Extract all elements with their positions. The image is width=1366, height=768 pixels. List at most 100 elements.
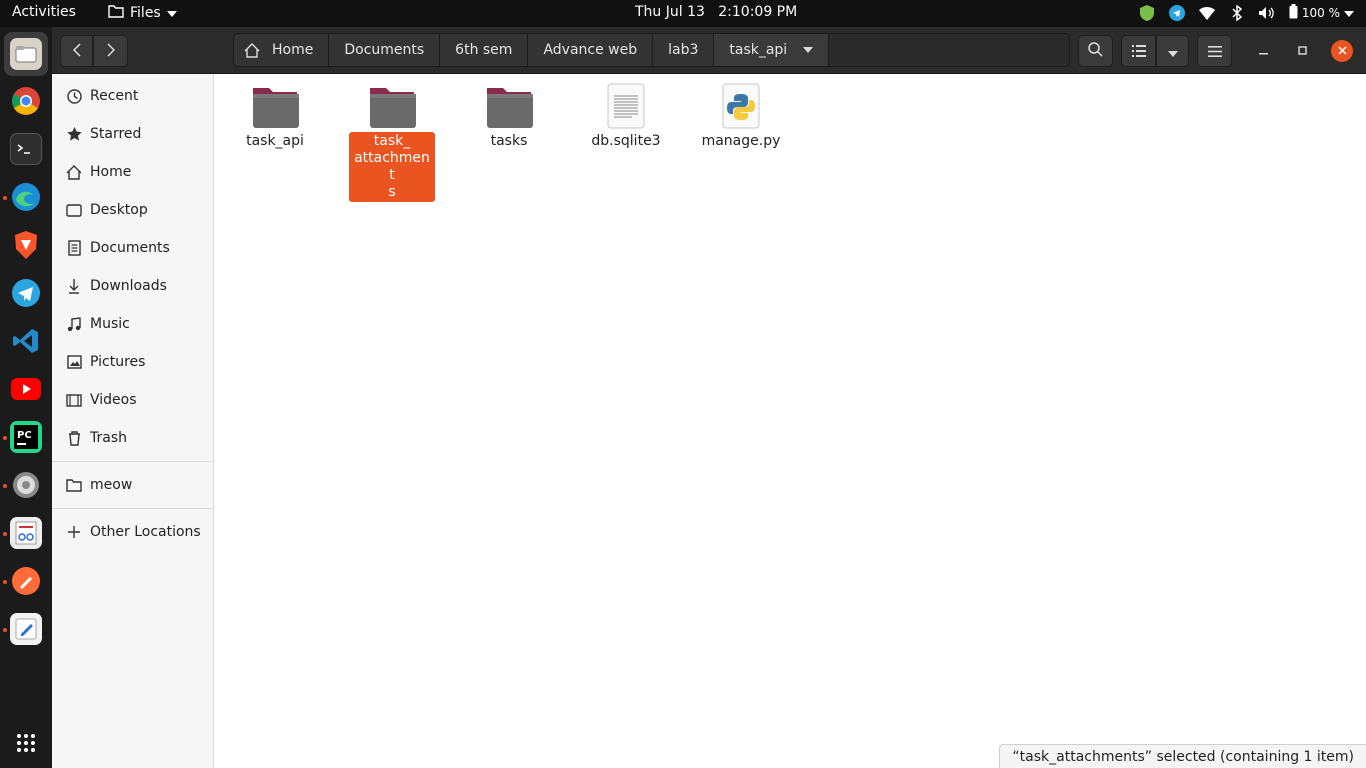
text-editor-icon[interactable]: [10, 613, 42, 645]
file-name: task_api: [246, 133, 304, 149]
dock-running-dot: [3, 580, 7, 584]
minimize-button[interactable]: [1252, 40, 1274, 62]
dock-running-dot: [3, 436, 7, 440]
sidebar-item-pictures[interactable]: Pictures: [52, 345, 213, 379]
file-item-task-attachments[interactable]: task_ attachment s: [347, 76, 437, 202]
crumb-label: Documents: [344, 42, 425, 58]
pycharm-icon[interactable]: PC: [10, 421, 42, 453]
text-file-icon: [602, 82, 650, 130]
sidebar-item-label: Pictures: [90, 354, 146, 370]
folder-icon: [485, 82, 533, 130]
file-name: db.sqlite3: [591, 133, 661, 149]
view-options-button[interactable]: [1156, 35, 1189, 67]
clock[interactable]: Thu Jul 13 2:10:09 PM: [635, 4, 797, 20]
telegram-icon[interactable]: [1168, 5, 1185, 21]
pictures-icon: [66, 354, 82, 370]
file-name: manage.py: [701, 133, 781, 149]
desktop-icon: [66, 202, 82, 218]
sidebar-item-music[interactable]: Music: [52, 307, 213, 341]
close-button[interactable]: [1331, 40, 1353, 62]
maximize-button[interactable]: [1291, 40, 1313, 62]
bluetooth-icon[interactable]: [1229, 5, 1245, 21]
sidebar-item-recent[interactable]: Recent: [52, 79, 213, 113]
settings-icon[interactable]: [10, 469, 42, 501]
sidebar-item-desktop[interactable]: Desktop: [52, 193, 213, 227]
sidebar-item-home[interactable]: Home: [52, 155, 213, 189]
sidebar-item-downloads[interactable]: Downloads: [52, 269, 213, 303]
search-button[interactable]: [1078, 35, 1113, 67]
crumb-6th-sem[interactable]: 6th sem: [440, 34, 529, 66]
chevron-right-icon: [106, 42, 115, 61]
file-view[interactable]: task_api task_ attachment s tasks db.sql…: [214, 74, 1366, 768]
crumb-task-api[interactable]: task_api: [714, 34, 830, 66]
sidebar-item-label: Videos: [90, 392, 137, 408]
wifi-icon[interactable]: [1198, 5, 1215, 21]
status-text: “task_attachments” selected (containing …: [1012, 748, 1354, 765]
youtube-icon[interactable]: [10, 373, 42, 405]
sidebar-item-label: Other Locations: [90, 524, 201, 540]
videos-icon: [66, 392, 82, 408]
sidebar-item-other-locations[interactable]: Other Locations: [52, 515, 213, 549]
battery-indicator[interactable]: 100 %: [1289, 4, 1354, 22]
sidebar-item-meow[interactable]: meow: [52, 468, 213, 502]
view-list-button[interactable]: [1121, 35, 1156, 67]
sidebar-item-label: Desktop: [90, 202, 148, 218]
sidebar-item-documents[interactable]: Documents: [52, 231, 213, 265]
telegram-app-icon[interactable]: [10, 277, 42, 309]
chevron-down-icon: [1167, 42, 1178, 61]
sidebar-item-label: Documents: [90, 240, 170, 256]
chevron-down-icon: [803, 47, 814, 53]
crumb-label: Advance web: [543, 42, 638, 58]
system-menu-chevron-icon: [1344, 6, 1354, 20]
document-viewer-icon[interactable]: [10, 517, 42, 549]
sidebar-item-starred[interactable]: Starred: [52, 117, 213, 151]
terminal-icon[interactable]: [10, 133, 42, 165]
forward-button[interactable]: [93, 35, 128, 67]
chrome-icon[interactable]: [10, 85, 42, 117]
crumb-home[interactable]: Home: [234, 34, 330, 66]
crumb-lab3[interactable]: lab3: [653, 34, 715, 66]
postman-icon[interactable]: [10, 565, 42, 597]
file-item-tasks[interactable]: tasks: [464, 76, 554, 151]
svg-text:PC: PC: [17, 430, 32, 441]
battery-icon: [1289, 4, 1298, 22]
restore-icon: [1297, 44, 1307, 58]
chevron-left-icon: [72, 42, 81, 61]
file-item-manage-py[interactable]: manage.py: [696, 76, 786, 151]
close-icon: [1337, 44, 1347, 58]
main-menu-button[interactable]: [1197, 35, 1232, 67]
sidebar-item-videos[interactable]: Videos: [52, 383, 213, 417]
file-item-task-api[interactable]: task_api: [230, 76, 320, 151]
app-menu[interactable]: Files: [108, 4, 177, 22]
status-bar: “task_attachments” selected (containing …: [999, 744, 1366, 768]
sidebar-item-label: meow: [90, 477, 133, 493]
vscode-icon[interactable]: [10, 325, 42, 357]
app-grid-icon[interactable]: [10, 727, 42, 759]
sidebar-divider: [52, 461, 213, 462]
crumb-documents[interactable]: Documents: [329, 34, 441, 66]
music-icon: [66, 316, 82, 332]
activities-button[interactable]: Activities: [12, 4, 76, 20]
dock-running-dot: [3, 628, 7, 632]
battery-label: 100 %: [1301, 6, 1340, 20]
files-icon[interactable]: [10, 38, 42, 70]
sidebar-item-label: Home: [90, 164, 132, 180]
dock-running-dot: [3, 484, 7, 488]
edge-icon[interactable]: [10, 181, 42, 213]
crumb-label: Home: [272, 42, 314, 58]
sidebar-item-trash[interactable]: Trash: [52, 421, 213, 455]
documents-icon: [66, 240, 82, 256]
crumb-label: lab3: [668, 42, 699, 58]
system-tray[interactable]: 100 %: [1139, 4, 1354, 22]
home-icon: [244, 42, 260, 58]
sidebar: Recent Starred Home Desktop Documents Do…: [52, 74, 214, 768]
crumb-advance-web[interactable]: Advance web: [528, 34, 654, 66]
brave-icon[interactable]: [10, 229, 42, 261]
back-button[interactable]: [60, 35, 93, 67]
volume-icon[interactable]: [1258, 5, 1275, 21]
shield-icon[interactable]: [1139, 5, 1155, 21]
file-item-db-sqlite3[interactable]: db.sqlite3: [581, 76, 671, 151]
dock-running-dot: [3, 196, 7, 200]
crumb-label: task_api: [729, 42, 788, 58]
folder-icon: [368, 82, 416, 130]
